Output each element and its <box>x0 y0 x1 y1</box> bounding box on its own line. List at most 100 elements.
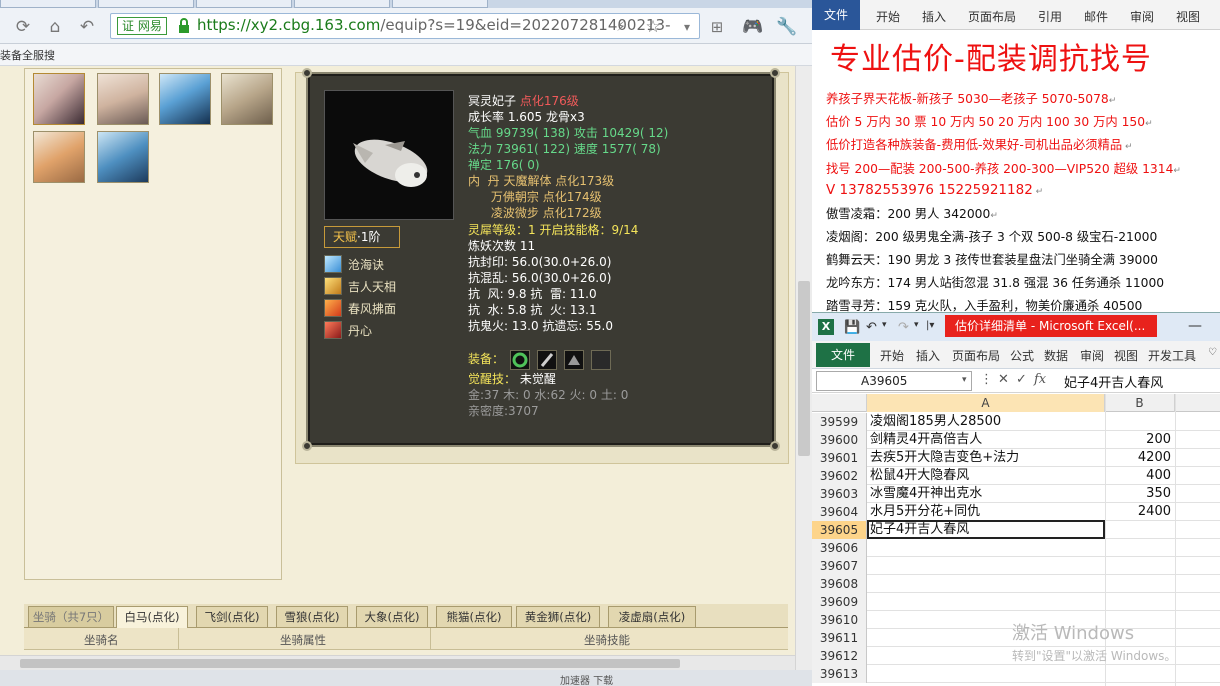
cell-a[interactable]: 冰雪魔4开神出克水 <box>870 485 1104 503</box>
browser-tab[interactable] <box>196 0 292 8</box>
dropdown-chevron-icon[interactable]: ▾ <box>676 16 698 38</box>
equip-slot-icon[interactable] <box>591 350 611 370</box>
tab-insert[interactable]: 插入 <box>916 347 940 364</box>
check-icon[interactable]: ✓ <box>1016 372 1027 387</box>
browser-tab[interactable] <box>392 0 488 8</box>
table-row[interactable]: 39608 <box>812 575 1220 593</box>
tab-layout[interactable]: 页面布局 <box>952 347 1000 364</box>
cell-a[interactable] <box>870 575 1104 593</box>
cell-a[interactable] <box>870 665 1104 683</box>
tab-mount[interactable]: 飞剑(点化) <box>196 606 268 628</box>
chevron-down-icon[interactable]: ▾ <box>882 320 887 330</box>
tab-formulas[interactable]: 公式 <box>1010 347 1034 364</box>
cell-b[interactable]: 2400 <box>1107 503 1171 521</box>
column-header-b[interactable]: B <box>1105 394 1175 412</box>
tab-review[interactable]: 审阅 <box>1080 347 1104 364</box>
row-number[interactable]: 39608 <box>812 575 867 593</box>
grid-icon[interactable]: ⊞ <box>706 16 728 38</box>
excel-app-icon[interactable]: X <box>818 319 834 335</box>
row-number[interactable]: 39604 <box>812 503 867 521</box>
tab-developer[interactable]: 开发工具 <box>1148 347 1196 364</box>
back-icon[interactable]: ↶ <box>76 16 98 38</box>
function-icon[interactable]: fx <box>1034 372 1046 387</box>
tab-layout[interactable]: 页面布局 <box>968 8 1016 25</box>
cell-b[interactable] <box>1107 665 1171 683</box>
row-number[interactable]: 39602 <box>812 467 867 485</box>
home-icon[interactable]: ⌂ <box>44 16 66 38</box>
table-row[interactable]: 39600 剑精灵4开高倍吉人 200 <box>812 431 1220 449</box>
browser-tab[interactable] <box>0 0 96 8</box>
table-row[interactable]: 39606 <box>812 539 1220 557</box>
row-number[interactable]: 39606 <box>812 539 867 557</box>
table-row[interactable]: 39613 <box>812 665 1220 683</box>
cell-b[interactable] <box>1107 593 1171 611</box>
tab-mount[interactable]: 白马(点化) <box>116 606 188 628</box>
table-row[interactable]: 39599 凌烟阁185男人28500 <box>812 413 1220 431</box>
column-header-a[interactable]: A <box>867 394 1105 412</box>
cell-b[interactable]: 350 <box>1107 485 1171 503</box>
pet-avatar[interactable] <box>97 73 149 125</box>
pet-avatar[interactable] <box>33 131 85 183</box>
cell-b[interactable]: 200 <box>1107 431 1171 449</box>
bookmark-item[interactable]: 装备全服搜 <box>0 47 55 63</box>
cell-b[interactable] <box>1107 557 1171 575</box>
tab-mount[interactable]: 黄金狮(点化) <box>516 606 600 628</box>
row-number[interactable]: 39607 <box>812 557 867 575</box>
chevron-down-icon[interactable]: ▾ <box>962 375 967 385</box>
tab-data[interactable]: 数据 <box>1044 347 1068 364</box>
tab-references[interactable]: 引用 <box>1038 8 1062 25</box>
talent-badge[interactable]: 天赋·1阶 <box>324 226 400 248</box>
pet-skill[interactable]: 沧海诀 <box>324 254 434 274</box>
tab-insert[interactable]: 插入 <box>922 8 946 25</box>
minimize-icon[interactable]: — <box>1188 318 1202 334</box>
star-icon[interactable]: ☆ <box>642 16 664 38</box>
pet-skill[interactable]: 丹心 <box>324 320 434 340</box>
scroll-thumb[interactable] <box>798 281 810 456</box>
equip-slot-icon[interactable] <box>510 350 530 370</box>
tab-mount[interactable]: 凌虚扇(点化) <box>608 606 696 628</box>
table-row[interactable]: 39609 <box>812 593 1220 611</box>
lightning-icon[interactable]: ⚡ <box>610 16 632 38</box>
cell-a[interactable] <box>870 557 1104 575</box>
cell-b[interactable] <box>1107 575 1171 593</box>
equip-slot-icon[interactable] <box>564 350 584 370</box>
cell-b[interactable]: 4200 <box>1107 449 1171 467</box>
horizontal-scrollbar[interactable] <box>0 655 795 670</box>
row-number[interactable]: 39611 <box>812 629 867 647</box>
tab-file[interactable]: 文件 <box>816 343 870 367</box>
game-controller-icon[interactable]: 🎮 <box>742 16 764 38</box>
cell-b[interactable] <box>1107 539 1171 557</box>
vertical-scrollbar[interactable] <box>795 66 812 670</box>
row-number[interactable]: 39601 <box>812 449 867 467</box>
customize-toolbar-icon[interactable]: |▾ <box>926 320 934 331</box>
save-icon[interactable]: 💾 <box>844 320 860 335</box>
chevron-down-icon[interactable]: ▾ <box>914 320 919 330</box>
table-row[interactable]: 39604 水月5开分花+同仇 2400 <box>812 503 1220 521</box>
cell-a[interactable] <box>870 593 1104 611</box>
cell-a[interactable]: 水月5开分花+同仇 <box>870 503 1104 521</box>
table-row[interactable]: 39607 <box>812 557 1220 575</box>
row-number[interactable]: 39603 <box>812 485 867 503</box>
formula-input[interactable]: 妃子4开吉人春风 <box>1064 372 1163 391</box>
word-document[interactable]: 专业估价-配装调抗找号 养孩子界天花板-新孩子 5030—老孩子 5070-50… <box>812 30 1220 320</box>
cell-a[interactable]: 去疾5开大隐吉变色+法力 <box>870 449 1104 467</box>
cell-b[interactable] <box>1107 521 1171 539</box>
tab-view[interactable]: 视图 <box>1114 347 1138 364</box>
cancel-icon[interactable]: ✕ <box>998 372 1009 387</box>
tab-mount[interactable]: 雪狼(点化) <box>276 606 348 628</box>
cell-a[interactable]: 凌烟阁185男人28500 <box>870 413 1104 431</box>
pet-avatar[interactable] <box>33 73 85 125</box>
row-number[interactable]: 39612 <box>812 647 867 665</box>
table-row[interactable]: 39603 冰雪魔4开神出克水 350 <box>812 485 1220 503</box>
tab-mount-count[interactable]: 坐骑（共7只） <box>28 606 114 628</box>
redo-icon[interactable]: ↷ <box>898 320 909 335</box>
row-number[interactable]: 39599 <box>812 413 867 431</box>
cell-a[interactable]: 剑精灵4开高倍吉人 <box>870 431 1104 449</box>
active-cell-outline[interactable] <box>867 520 1105 539</box>
browser-tab[interactable] <box>98 0 194 8</box>
tools-icon[interactable]: 🔧 <box>776 16 798 38</box>
select-all-corner[interactable] <box>812 394 867 412</box>
table-row[interactable]: 39601 去疾5开大隐吉变色+法力 4200 <box>812 449 1220 467</box>
undo-icon[interactable]: ↶ <box>866 320 877 335</box>
tab-home[interactable]: 开始 <box>876 8 900 25</box>
